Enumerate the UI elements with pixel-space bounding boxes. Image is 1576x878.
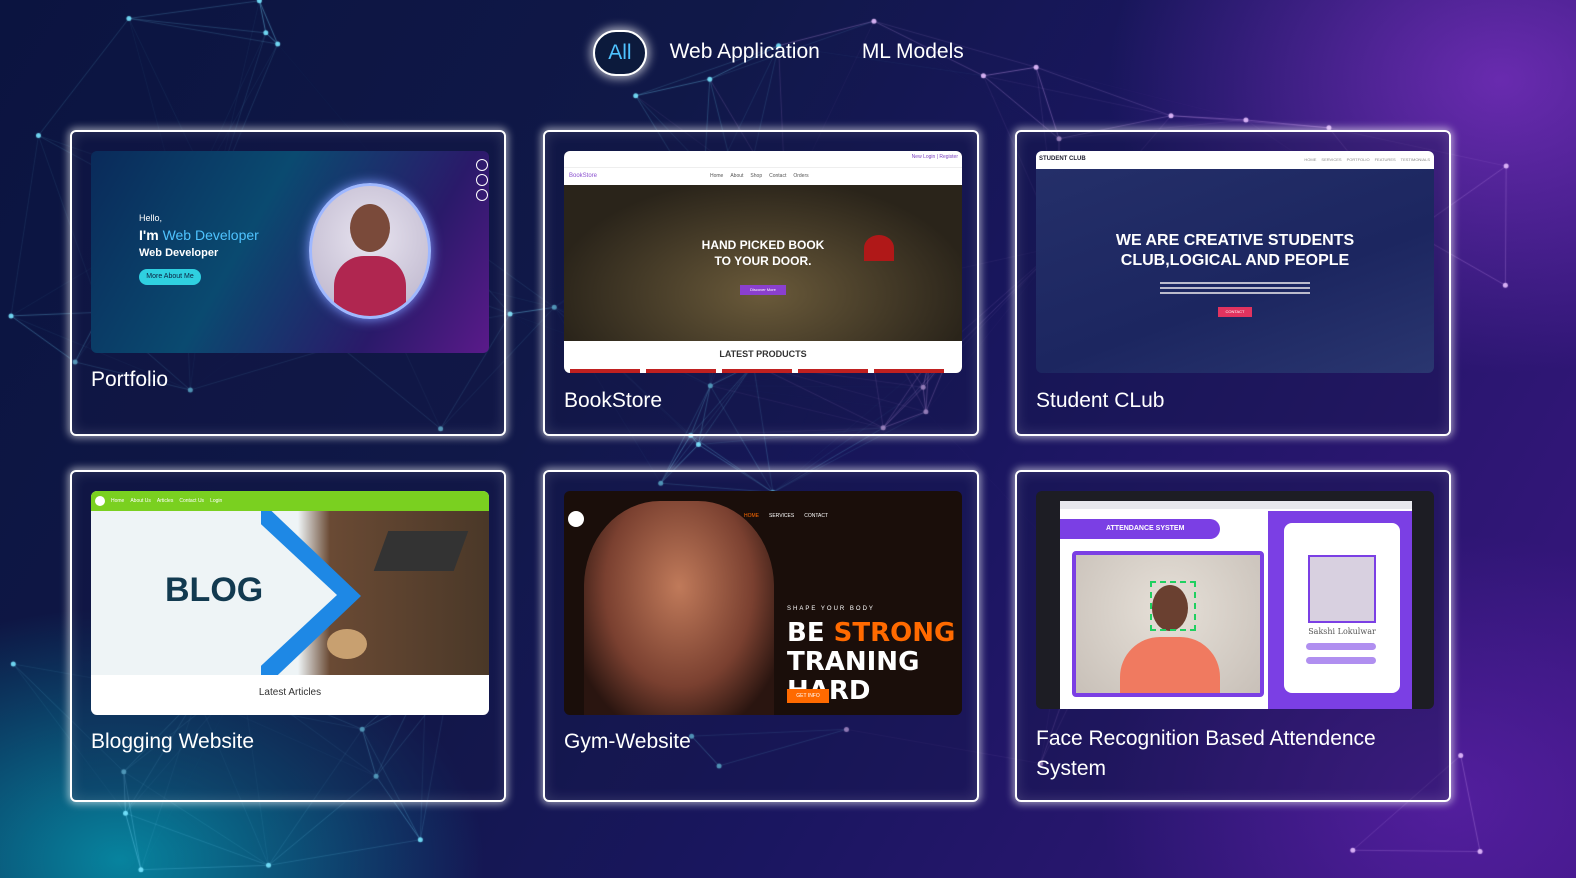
bookstore-latest-products: LATEST PRODUCTS: [564, 341, 962, 373]
project-card-gym-website[interactable]: HOME SERVICES CONTACT SHAPE YOUR BODY BE S…: [543, 470, 979, 802]
student-club-contact-button: CONTACT: [1218, 307, 1252, 317]
portfolio-im: I'm Web Developer: [139, 227, 259, 243]
student-club-headline: WE ARE CREATIVE STUDENTS CLUB,LOGICAL AN…: [1115, 232, 1355, 269]
bookstore-thumbnail: New Login | Register BookStore Home About…: [564, 151, 962, 373]
filter-all-tab[interactable]: All: [593, 30, 647, 76]
blog-navbar: Home About Us Articles Contact Us Login: [91, 491, 489, 511]
bookstore-nav-links: Home About Shop Contact Orders: [710, 173, 809, 179]
gym-info-button: GET INFO: [787, 689, 829, 703]
filter-web-application-tab[interactable]: Web Application: [651, 30, 839, 76]
project-card-face-recognition[interactable]: ATTENDANCE SYSTEM Sakshi Lokulwar Face R…: [1015, 470, 1451, 802]
portfolio-avatar: [309, 183, 431, 319]
project-card-student-club[interactable]: STUDENT CLUB HOME SERVICES PORTFOLIO FEATUR…: [1015, 130, 1451, 436]
bookstore-headline: HAND PICKED BOOK TO YOUR DOOR.: [701, 238, 825, 268]
blog-hero: BLOG: [91, 511, 489, 675]
bookstore-navbar: BookStore Home About Shop Contact Orders: [564, 167, 962, 186]
blog-latest-articles: Latest Articles: [258, 687, 322, 698]
portfolio-thumbnail: Hello, I'm Web Developer Web Developer M…: [91, 151, 489, 353]
gym-thumbnail: HOME SERVICES CONTACT SHAPE YOUR BODY BE S…: [564, 491, 962, 715]
face-camera-view: [1072, 551, 1264, 697]
project-title-face-recognition[interactable]: Face Recognition Based Attendence System: [1036, 724, 1416, 784]
project-card-bookstore[interactable]: New Login | Register BookStore Home About…: [543, 130, 979, 436]
portfolio-social-icons: [476, 159, 488, 201]
portfolio-role: Web Developer: [139, 247, 219, 259]
student-club-navbar: STUDENT CLUB HOME SERVICES PORTFOLIO FEATUR…: [1036, 151, 1434, 169]
portfolio-hello: Hello,: [139, 213, 163, 223]
face-profile-panel: Sakshi Lokulwar: [1268, 511, 1412, 709]
project-title-student-club[interactable]: Student CLub: [1036, 386, 1416, 416]
filter-tabs: All Web Application ML Models: [0, 30, 1576, 76]
face-profile-name: Sakshi Lokulwar: [1308, 627, 1376, 636]
student-club-thumbnail: STUDENT CLUB HOME SERVICES PORTFOLIO FEATUR…: [1036, 151, 1434, 373]
portfolio-more-button: More About Me: [139, 269, 201, 285]
gym-nav: HOME SERVICES CONTACT: [744, 513, 828, 519]
project-title-portfolio[interactable]: Portfolio: [91, 365, 471, 395]
bookstore-hero: HAND PICKED BOOK TO YOUR DOOR. Discover …: [564, 185, 962, 341]
filter-ml-models-tab[interactable]: ML Models: [843, 30, 983, 76]
blog-hero-title: BLOG: [165, 571, 264, 609]
bookstore-discover-button: Discover More: [740, 285, 786, 295]
project-title-gym-website[interactable]: Gym-Website: [564, 727, 944, 757]
project-title-blogging-website[interactable]: Blogging Website: [91, 727, 471, 757]
project-title-bookstore[interactable]: BookStore: [564, 386, 944, 416]
project-card-portfolio[interactable]: Hello, I'm Web Developer Web Developer M…: [70, 130, 506, 436]
project-card-blogging-website[interactable]: Home About Us Articles Contact Us Login BLOG…: [70, 470, 506, 802]
student-club-text-lines: [1160, 279, 1310, 297]
bookstore-topbar: New Login | Register: [564, 151, 962, 167]
face-app-header: ATTENDANCE SYSTEM: [1060, 519, 1220, 539]
face-app-window: ATTENDANCE SYSTEM Sakshi Lokulwar: [1060, 501, 1412, 709]
gym-hero-image: [584, 501, 774, 715]
gym-tagline: SHAPE YOUR BODY: [787, 606, 875, 612]
face-recognition-thumbnail: ATTENDANCE SYSTEM Sakshi Lokulwar: [1036, 491, 1434, 709]
blog-thumbnail: Home About Us Articles Contact Us Login BLOG…: [91, 491, 489, 715]
